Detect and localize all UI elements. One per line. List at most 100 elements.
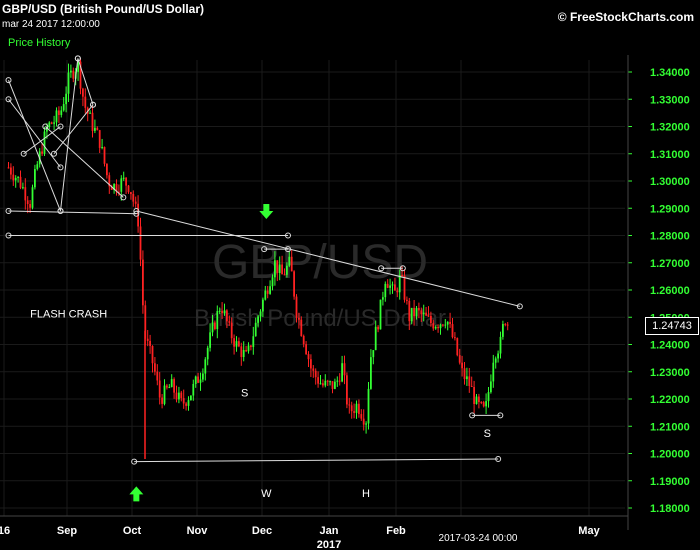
candle-body — [156, 371, 159, 381]
candle-body — [302, 335, 305, 345]
candle-body — [125, 177, 127, 186]
candle-body — [139, 226, 142, 260]
candle-body — [341, 363, 343, 382]
trendline — [136, 210, 520, 307]
candle-body — [288, 256, 291, 266]
candle-body — [324, 380, 327, 386]
candle-body — [250, 345, 252, 347]
candle-body — [346, 375, 348, 405]
candle-body — [386, 283, 389, 288]
candle-body — [434, 326, 437, 329]
candle-body — [19, 176, 22, 188]
annotation-label: FLASH CRASH — [30, 308, 107, 320]
candle-body — [432, 323, 435, 329]
candle-body — [72, 70, 75, 79]
y-tick-label: 1.21000 — [650, 421, 690, 433]
candle-body — [394, 284, 396, 291]
y-tick-label: 1.19000 — [650, 476, 690, 488]
candle-body — [406, 299, 408, 301]
y-tick-label: 1.18000 — [650, 503, 690, 515]
candle-body — [238, 341, 240, 347]
candle-body — [492, 362, 495, 382]
y-tick-label: 1.28000 — [650, 231, 690, 243]
x-tick-label: 16 — [0, 525, 10, 537]
candle-body — [480, 402, 483, 404]
candle-body — [415, 307, 418, 317]
candle-body — [245, 350, 247, 352]
candle-body — [34, 169, 36, 188]
candle-body — [7, 167, 10, 169]
candle-body — [187, 400, 190, 406]
chart-canvas: GBP/USD British Pound/US Dollar FLASH CR… — [0, 55, 690, 550]
candle-body — [24, 187, 27, 201]
candle-body — [348, 404, 351, 406]
y-axis: 1.34000 1.33000 1.32000 1.31000 1.30000 1.290… — [627, 55, 690, 530]
candle-body — [326, 380, 329, 382]
watermark-symbol: GBP/USD — [212, 236, 428, 289]
candle-body — [468, 376, 471, 386]
candle-body — [62, 104, 65, 111]
candle-body — [482, 402, 485, 407]
candle-body — [130, 192, 132, 195]
candle-body — [26, 200, 29, 205]
candle-body — [389, 285, 391, 288]
candle-body — [168, 387, 171, 389]
candle-body — [65, 93, 67, 105]
candle-body — [146, 338, 149, 341]
candle-body — [396, 290, 399, 293]
candle-body — [170, 379, 173, 388]
candle-body — [151, 345, 154, 364]
candle-body — [43, 131, 46, 154]
candle-body — [218, 310, 221, 312]
candle-body — [233, 338, 235, 347]
candle-body — [190, 395, 192, 401]
candle-body — [293, 271, 295, 297]
candle-body — [202, 373, 204, 380]
candle-body — [242, 350, 245, 358]
candle-body — [461, 362, 463, 369]
candle-body — [274, 260, 276, 278]
candle-body — [228, 321, 231, 323]
y-tick-label: 1.32000 — [650, 122, 690, 134]
candle-body — [439, 324, 442, 329]
candle-body — [10, 167, 12, 175]
candle-body — [454, 337, 456, 339]
candle-body — [370, 357, 372, 389]
x-tick-label: Jan — [320, 525, 339, 537]
candle-body — [98, 130, 101, 148]
y-tick-label: 1.24000 — [650, 340, 690, 352]
candle-body — [372, 350, 375, 358]
candle-body — [451, 324, 454, 338]
candle-body — [31, 187, 34, 208]
candle-body — [264, 290, 267, 300]
candle-body — [180, 392, 183, 399]
candle-body — [173, 379, 175, 393]
candle-body — [197, 376, 199, 383]
annotation-label: H — [362, 488, 370, 500]
candle-body — [211, 322, 214, 333]
x-year-label: 2017 — [317, 539, 341, 550]
x-tick-label: Nov — [187, 525, 209, 537]
x-tick-label: May — [578, 525, 600, 537]
candle-body — [132, 194, 135, 202]
down-arrow-icon — [259, 203, 274, 219]
candle-body — [319, 383, 322, 385]
candle-body — [322, 383, 324, 386]
candle-body — [149, 340, 151, 346]
candle-body — [96, 127, 99, 131]
candle-body — [178, 392, 180, 400]
candle-body — [377, 326, 379, 330]
candle-body — [166, 385, 168, 388]
candle-body — [127, 185, 130, 193]
candle-body — [305, 344, 307, 355]
candle-body — [158, 380, 161, 398]
candle-body — [84, 96, 87, 108]
x-tick-label: Dec — [252, 525, 272, 537]
candle-body — [17, 176, 19, 178]
candle-body — [420, 310, 423, 315]
candle-body — [300, 319, 303, 336]
candle-body — [329, 381, 331, 383]
candle-body — [295, 296, 298, 318]
candle-body — [91, 112, 94, 131]
candle-body — [252, 336, 255, 347]
